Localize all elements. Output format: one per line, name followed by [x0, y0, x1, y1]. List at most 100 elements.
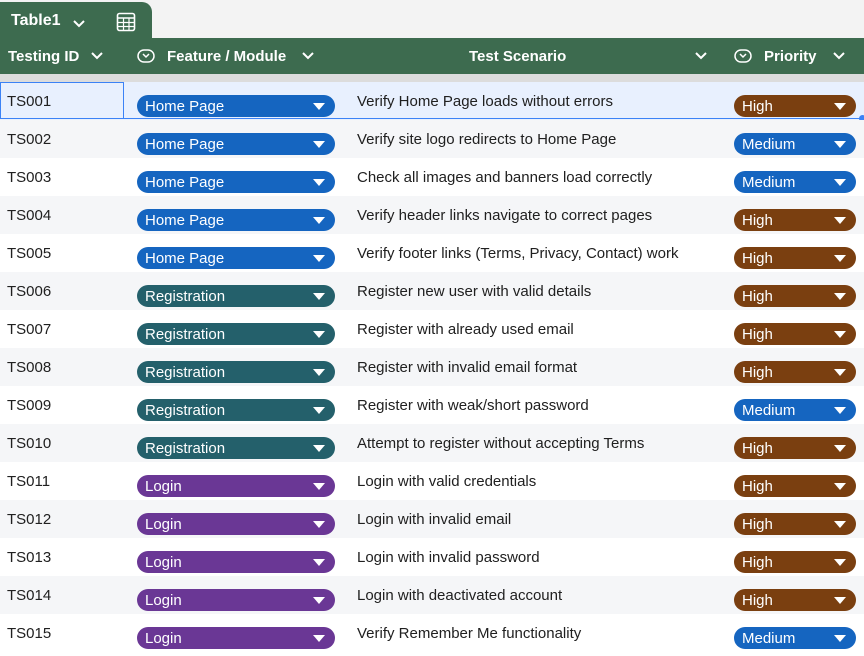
priority-dropdown[interactable]: High: [734, 437, 856, 459]
priority-value: High: [742, 325, 773, 343]
feature-dropdown[interactable]: Login: [137, 551, 335, 573]
test-scenario-cell[interactable]: Verify site logo redirects to Home Page: [357, 120, 616, 158]
column-header-testing-id[interactable]: Testing ID: [8, 38, 104, 74]
test-scenario-cell[interactable]: Login with invalid password: [357, 538, 540, 576]
table-row[interactable]: TS013 Login Login with invalid password Hig…: [0, 538, 864, 576]
priority-dropdown[interactable]: High: [734, 361, 856, 383]
testing-id-cell[interactable]: TS004: [7, 196, 51, 234]
table-row[interactable]: TS010 Registration Attempt to register wit…: [0, 424, 864, 462]
priority-value: Medium: [742, 401, 796, 419]
feature-dropdown[interactable]: Registration: [137, 437, 335, 459]
priority-dropdown[interactable]: High: [734, 285, 856, 307]
priority-dropdown[interactable]: High: [734, 589, 856, 611]
priority-dropdown[interactable]: High: [734, 513, 856, 535]
test-scenario-cell[interactable]: Register new user with valid details: [357, 272, 591, 310]
chevron-down-icon[interactable]: [91, 52, 104, 60]
test-scenario-cell[interactable]: Verify Remember Me functionality: [357, 614, 581, 652]
priority-dropdown[interactable]: Medium: [734, 133, 856, 155]
table-row[interactable]: TS012 Login Login with invalid email High: [0, 500, 864, 538]
table-row[interactable]: TS015 Login Verify Remember Me functionali…: [0, 614, 864, 652]
caret-down-icon: [313, 330, 325, 338]
feature-dropdown[interactable]: Registration: [137, 323, 335, 345]
feature-dropdown[interactable]: Login: [137, 513, 335, 535]
testing-id-cell[interactable]: TS003: [7, 158, 51, 196]
priority-dropdown[interactable]: Medium: [734, 627, 856, 649]
feature-dropdown[interactable]: Login: [137, 589, 335, 611]
priority-dropdown[interactable]: Medium: [734, 171, 856, 193]
testing-id-cell[interactable]: TS009: [7, 386, 51, 424]
priority-dropdown[interactable]: High: [734, 551, 856, 573]
test-scenario-cell[interactable]: Verify footer links (Terms, Privacy, Con…: [357, 234, 678, 272]
caret-down-icon: [834, 216, 846, 224]
test-scenario-cell[interactable]: Attempt to register without accepting Te…: [357, 424, 644, 462]
table-row[interactable]: TS008 Registration Register with invalid e…: [0, 348, 864, 386]
table-row[interactable]: TS001 Home Page Verify Home Page loads wit…: [0, 82, 864, 122]
test-scenario-cell[interactable]: Login with deactivated account: [357, 576, 562, 614]
testing-id-cell[interactable]: TS012: [7, 500, 51, 538]
table-row[interactable]: TS006 Registration Register new user with …: [0, 272, 864, 310]
feature-dropdown[interactable]: Home Page: [137, 95, 335, 117]
feature-dropdown[interactable]: Home Page: [137, 133, 335, 155]
table-row[interactable]: TS007 Registration Register with already u…: [0, 310, 864, 348]
column-header-priority[interactable]: Priority: [734, 38, 845, 74]
feature-dropdown[interactable]: Home Page: [137, 209, 335, 231]
feature-dropdown[interactable]: Registration: [137, 361, 335, 383]
table-row[interactable]: TS011 Login Login with valid credentials Hi…: [0, 462, 864, 500]
table-view-icon[interactable]: [116, 12, 136, 32]
table-row[interactable]: TS003 Home Page Check all images and banne…: [0, 158, 864, 196]
testing-id-cell[interactable]: TS015: [7, 614, 51, 652]
caret-down-icon: [834, 482, 846, 490]
priority-dropdown[interactable]: High: [734, 209, 856, 231]
feature-dropdown[interactable]: Registration: [137, 399, 335, 421]
test-scenario-cell[interactable]: Login with valid credentials: [357, 462, 536, 500]
feature-dropdown[interactable]: Home Page: [137, 171, 335, 193]
test-scenario-cell[interactable]: Verify header links navigate to correct …: [357, 196, 652, 234]
feature-dropdown[interactable]: Login: [137, 627, 335, 649]
table-row[interactable]: TS005 Home Page Verify footer links (Terms…: [0, 234, 864, 272]
priority-value: Medium: [742, 629, 796, 647]
priority-value: High: [742, 591, 773, 609]
column-header-feature[interactable]: Feature / Module: [137, 38, 314, 74]
priority-dropdown[interactable]: High: [734, 247, 856, 269]
table-row[interactable]: TS009 Registration Register with weak/shor…: [0, 386, 864, 424]
feature-dropdown[interactable]: Login: [137, 475, 335, 497]
column-header-scenario-menu[interactable]: [695, 38, 707, 74]
selected-row-outline: [124, 118, 862, 119]
caret-down-icon: [834, 520, 846, 528]
testing-id-cell[interactable]: TS002: [7, 120, 51, 158]
priority-dropdown[interactable]: High: [734, 95, 856, 117]
test-scenario-cell[interactable]: Register with weak/short password: [357, 386, 589, 424]
testing-id-cell[interactable]: TS006: [7, 272, 51, 310]
test-scenario-cell[interactable]: Login with invalid email: [357, 500, 511, 538]
testing-id-cell[interactable]: TS013: [7, 538, 51, 576]
chevron-down-icon[interactable]: [72, 16, 86, 28]
priority-value: Medium: [742, 135, 796, 153]
testing-id-cell[interactable]: TS010: [7, 424, 51, 462]
priority-dropdown[interactable]: High: [734, 475, 856, 497]
chevron-down-icon[interactable]: [695, 52, 707, 60]
testing-id-cell[interactable]: TS008: [7, 348, 51, 386]
chevron-down-icon[interactable]: [832, 52, 845, 60]
column-header-label: Feature / Module: [167, 47, 287, 65]
priority-value: High: [742, 211, 773, 229]
test-scenario-cell[interactable]: Register with already used email: [357, 310, 574, 348]
table-row[interactable]: TS004 Home Page Verify header links naviga…: [0, 196, 864, 234]
testing-id-cell[interactable]: TS007: [7, 310, 51, 348]
chevron-down-icon[interactable]: [302, 52, 314, 60]
testing-id-cell[interactable]: TS011: [7, 462, 50, 500]
test-scenario-cell[interactable]: Check all images and banners load correc…: [357, 158, 652, 196]
test-scenario-cell[interactable]: Verify Home Page loads without errors: [357, 82, 613, 120]
priority-dropdown[interactable]: High: [734, 323, 856, 345]
column-header-scenario[interactable]: Test Scenario: [469, 38, 566, 74]
test-scenario-cell[interactable]: Register with invalid email format: [357, 348, 577, 386]
feature-dropdown[interactable]: Home Page: [137, 247, 335, 269]
testing-id-cell[interactable]: TS005: [7, 234, 51, 272]
table-tab[interactable]: Table1: [0, 2, 152, 42]
priority-dropdown[interactable]: Medium: [734, 399, 856, 421]
caret-down-icon: [313, 444, 325, 452]
testing-id-cell[interactable]: TS014: [7, 576, 51, 614]
priority-value: Medium: [742, 173, 796, 191]
table-row[interactable]: TS002 Home Page Verify site logo redirects…: [0, 120, 864, 158]
feature-dropdown[interactable]: Registration: [137, 285, 335, 307]
table-row[interactable]: TS014 Login Login with deactivated account…: [0, 576, 864, 614]
